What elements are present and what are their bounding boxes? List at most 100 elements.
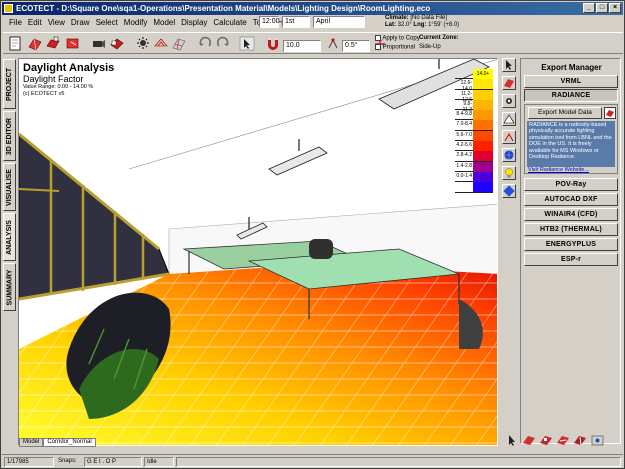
export-model-icon[interactable] bbox=[604, 107, 616, 119]
properties-icon[interactable] bbox=[590, 434, 605, 447]
3d-viewport[interactable]: Daylight Analysis Daylight Factor Value … bbox=[18, 58, 498, 446]
status-message bbox=[176, 457, 621, 467]
tab-3d-editor[interactable]: 3D EDITOR bbox=[3, 111, 16, 161]
snap-value-input[interactable]: 10.0 bbox=[283, 40, 321, 52]
undo-icon[interactable] bbox=[197, 36, 213, 51]
legend-label: 5.6-7.0 bbox=[456, 131, 472, 138]
tab-model[interactable]: Model bbox=[19, 438, 44, 447]
lng-label: Lng: bbox=[413, 22, 427, 28]
tab-analysis[interactable]: ANALYSIS bbox=[3, 213, 16, 261]
tab-summary-label: SUMMARY bbox=[6, 269, 13, 305]
legend-row: 0.0-1.4 bbox=[455, 171, 493, 183]
month-select[interactable]: April bbox=[313, 16, 365, 28]
time-field[interactable]: 12:00 bbox=[259, 16, 280, 28]
shadow-tool[interactable] bbox=[502, 112, 516, 126]
menu-draw[interactable]: Draw bbox=[71, 16, 90, 29]
redo-icon[interactable] bbox=[215, 36, 231, 51]
day-select[interactable]: 1st bbox=[282, 16, 310, 28]
camera-icon[interactable] bbox=[91, 36, 107, 51]
export-icon[interactable] bbox=[65, 36, 81, 51]
render-icon[interactable] bbox=[109, 36, 125, 51]
export-model-data-button[interactable]: Export Model Data bbox=[528, 107, 602, 119]
menu-view[interactable]: View bbox=[48, 16, 65, 29]
panel-toolbar bbox=[505, 434, 605, 447]
app-window: ECOTECT - D:\Square One\sqa1-Operations\… bbox=[0, 0, 625, 469]
menu-display[interactable]: Display bbox=[181, 16, 207, 29]
legend-row: 4.2-5.6 bbox=[455, 141, 493, 152]
tab-project[interactable]: PROJECT bbox=[3, 59, 16, 109]
material-manager-icon[interactable] bbox=[539, 434, 554, 447]
grid-icon[interactable] bbox=[171, 36, 187, 51]
viewport-tabs: Model Corridor_Normal bbox=[19, 438, 96, 447]
daylight-legend: 14.0+ 12.6-14.0 11.2-12.6 9.8-11.2 8.4-9.8 7.… bbox=[455, 69, 493, 193]
zone-manager-icon[interactable] bbox=[522, 434, 537, 447]
export-energyplus-button[interactable]: ENERGYPLUS bbox=[524, 238, 618, 251]
title-bar: ECOTECT - D:\Square One\sqa1-Operations\… bbox=[2, 2, 623, 15]
tab-visualise[interactable]: VISUALISE bbox=[3, 163, 16, 211]
minimize-button[interactable]: _ bbox=[583, 3, 595, 13]
export-htb2-button[interactable]: HTB2 (THERMAL) bbox=[524, 223, 618, 236]
tab-project-label: PROJECT bbox=[6, 67, 13, 101]
legend-swatch bbox=[473, 161, 493, 172]
rotate-icon[interactable] bbox=[325, 36, 341, 51]
light-tool[interactable] bbox=[502, 166, 516, 180]
tab-visualise-label: VISUALISE bbox=[6, 168, 14, 206]
legend-row bbox=[455, 182, 493, 193]
export-espr-button[interactable]: ESP-r bbox=[524, 253, 618, 266]
current-zone-value[interactable]: Side-Up bbox=[419, 44, 441, 51]
menu-modify[interactable]: Modify bbox=[124, 16, 148, 29]
menu-bar: File Edit View Draw Select Modify Model Display… bbox=[3, 16, 294, 29]
proportional-checkbox[interactable]: Proportional bbox=[375, 44, 415, 52]
export-winair4-button[interactable]: WINAIR4 (CFD) bbox=[524, 208, 618, 221]
export-autocad-dxf-button[interactable]: AUTOCAD DXF bbox=[524, 193, 618, 206]
sun-tool[interactable] bbox=[502, 94, 516, 108]
snaps-status[interactable]: G E I . O P bbox=[84, 457, 142, 467]
export-radiance-button[interactable]: RADIANCE bbox=[524, 89, 618, 102]
window-title: ECOTECT - D:\Square One\sqa1-Operations\… bbox=[16, 4, 431, 13]
legend-label: 8.4-9.8 bbox=[456, 111, 472, 118]
tab-summary[interactable]: SUMMARY bbox=[3, 263, 16, 311]
radiance-description: RADIANCE is a radiosity-based physically… bbox=[527, 121, 615, 167]
globe-tool[interactable] bbox=[502, 148, 516, 162]
select-icon[interactable] bbox=[505, 434, 520, 447]
gear-icon bbox=[506, 98, 512, 104]
reflection-tool[interactable] bbox=[502, 130, 516, 144]
export-vrml-button[interactable]: VRML bbox=[524, 75, 618, 88]
climate-label: Climate: bbox=[385, 15, 409, 21]
export-manager-panel: Export Manager VRML RADIANCE Export Mode… bbox=[520, 58, 621, 444]
open-model-icon[interactable] bbox=[27, 36, 43, 51]
magnet-snap-icon[interactable] bbox=[265, 36, 281, 51]
close-button[interactable]: × bbox=[609, 3, 621, 13]
new-file-icon[interactable] bbox=[7, 36, 23, 51]
lightbulb-icon bbox=[505, 168, 513, 178]
menu-model[interactable]: Model bbox=[153, 16, 175, 29]
maximize-button[interactable]: □ bbox=[596, 3, 608, 13]
sun-path-icon[interactable] bbox=[135, 36, 151, 51]
save-model-icon[interactable] bbox=[45, 36, 61, 51]
climate-info: Climate: [No Data File] Lat: 32.0° Lng: … bbox=[385, 15, 459, 29]
material-tool[interactable] bbox=[502, 184, 516, 198]
export-manager-icon[interactable] bbox=[573, 434, 588, 447]
legend-row: 8.4-9.8 bbox=[455, 110, 493, 121]
shading-icon[interactable] bbox=[153, 36, 169, 51]
schedule-icon[interactable] bbox=[556, 434, 571, 447]
mode-status: Idle bbox=[144, 457, 174, 467]
menu-calculate[interactable]: Calculate bbox=[213, 16, 246, 29]
radiance-website-link[interactable]: Visit Radiance Website... bbox=[528, 167, 589, 173]
daylight-scene bbox=[19, 59, 497, 445]
export-povray-button[interactable]: POV-Ray bbox=[524, 178, 618, 191]
menu-edit[interactable]: Edit bbox=[28, 16, 42, 29]
lng-value: 1°59' (+8.0) bbox=[428, 22, 460, 28]
legend-label: 0.0-1.4 bbox=[456, 172, 472, 179]
select-tool-icon[interactable] bbox=[239, 36, 255, 51]
menu-select[interactable]: Select bbox=[96, 16, 118, 29]
menu-file[interactable]: File bbox=[9, 16, 22, 29]
legend-label: 1.4-2.8 bbox=[456, 162, 472, 169]
zone-tool[interactable] bbox=[502, 76, 516, 90]
apply-to-copy-checkbox[interactable]: Apply to Copy bbox=[375, 35, 420, 43]
pointer-tool[interactable] bbox=[502, 58, 516, 72]
legend-row: 12.6-14.0 bbox=[455, 79, 493, 92]
climate-file[interactable]: [No Data File] bbox=[410, 15, 447, 21]
tab-corridor-normal[interactable]: Corridor_Normal bbox=[43, 438, 96, 447]
angle-value-input[interactable]: 0.5° bbox=[342, 40, 370, 52]
